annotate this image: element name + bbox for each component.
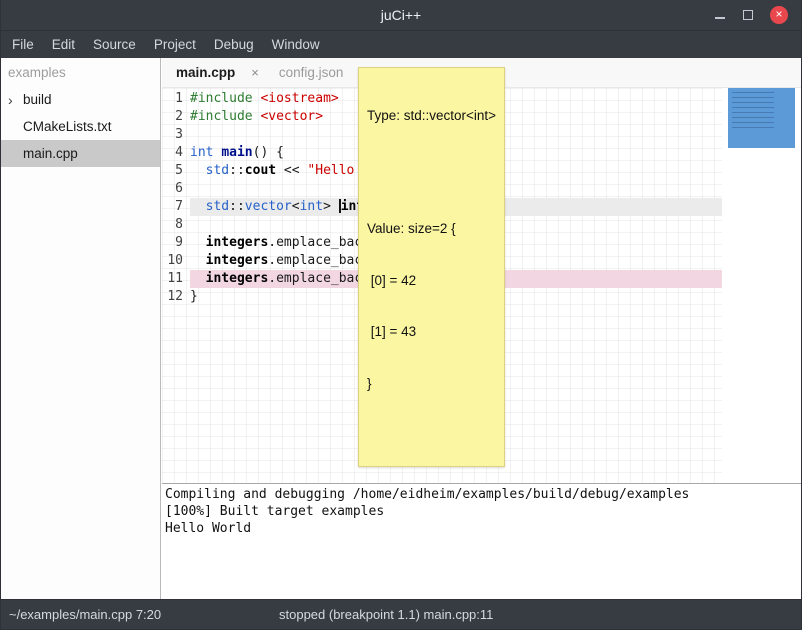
terminal-line: Hello World	[165, 520, 798, 537]
code-token-pl	[190, 271, 206, 286]
code-token-pl	[190, 235, 206, 250]
line-number[interactable]: 9	[162, 234, 190, 252]
tab-close-icon[interactable]: ×	[251, 65, 259, 80]
line-number[interactable]: 7	[162, 198, 190, 216]
line-number[interactable]: 4	[162, 144, 190, 162]
menu-window[interactable]: Window	[263, 31, 329, 58]
code-token-pl: <<	[276, 163, 307, 178]
line-number[interactable]: 8	[162, 216, 190, 234]
menu-source[interactable]: Source	[84, 31, 145, 58]
code-token-pre: #include	[190, 91, 260, 106]
line-number[interactable]: 2	[162, 108, 190, 126]
project-folder-name: examples	[1, 58, 160, 86]
output-terminal[interactable]: Compiling and debugging /home/eidheim/ex…	[162, 483, 801, 600]
status-debug-state: stopped (breakpoint 1.1) main.cpp:11	[279, 607, 493, 622]
tab-main-cpp[interactable]: main.cpp ×	[166, 58, 269, 88]
line-number[interactable]: 6	[162, 180, 190, 198]
minimize-icon[interactable]	[714, 8, 726, 22]
tooltip-type-line: Type: std::vector<int>	[367, 107, 496, 124]
titlebar[interactable]: juCi++ ×	[1, 0, 801, 30]
source-map[interactable]	[722, 88, 802, 483]
code-token-fn: main	[221, 145, 252, 160]
file-explorer: examples › build CMakeLists.txt main.cpp	[1, 58, 161, 600]
tree-item-label: build	[23, 92, 52, 107]
tooltip-value-block: Value: size=2 { [0] = 42 [1] = 43 }	[367, 186, 496, 426]
restore-icon[interactable]	[743, 10, 753, 20]
code-token-pl: ::	[229, 163, 245, 178]
line-number[interactable]: 12	[162, 288, 190, 306]
code-token-pl: >	[323, 199, 339, 214]
code-token-pl: <	[292, 199, 300, 214]
code-token-kw: int	[190, 145, 213, 160]
tree-item-build[interactable]: › build	[1, 86, 160, 113]
status-file-position: ~/examples/main.cpp 7:20	[9, 607, 161, 622]
tooltip-value-line: Value: size=2 {	[367, 220, 496, 238]
line-number[interactable]: 1	[162, 90, 190, 108]
code-token-ty: vector	[245, 199, 292, 214]
code-token-var: integers	[206, 235, 269, 250]
line-number[interactable]: 5	[162, 162, 190, 180]
code-token-var: cout	[245, 163, 276, 178]
code-token-pl: }	[190, 289, 198, 304]
code-token-pre: #include	[190, 109, 260, 124]
code-token-pl	[190, 253, 206, 268]
tree-item-label: CMakeLists.txt	[23, 119, 112, 134]
code-token-var: integers	[206, 271, 269, 286]
source-map-viewport[interactable]	[728, 88, 795, 148]
code-token-inc: <vector>	[260, 109, 323, 124]
line-number[interactable]: 3	[162, 126, 190, 144]
terminal-line: [100%] Built target examples	[165, 503, 798, 520]
code-token-ns: std	[206, 199, 229, 214]
tooltip-value-line: }	[367, 375, 496, 393]
tooltip-value-line: [0] = 42	[367, 272, 496, 290]
code-token-var: integers	[206, 253, 269, 268]
menu-debug[interactable]: Debug	[205, 31, 263, 58]
statusbar: ~/examples/main.cpp 7:20 stopped (breakp…	[1, 599, 801, 629]
window-controls: ×	[714, 6, 801, 24]
line-number[interactable]: 10	[162, 252, 190, 270]
tree-item-maincpp[interactable]: main.cpp	[1, 140, 160, 167]
menubar: File Edit Source Project Debug Window	[1, 30, 801, 58]
tooltip-value-line: [1] = 43	[367, 323, 496, 341]
tree-item-label: main.cpp	[23, 146, 78, 161]
code-token-pl	[190, 199, 206, 214]
menu-project[interactable]: Project	[145, 31, 205, 58]
debug-value-tooltip: Type: std::vector<int> Value: size=2 { […	[358, 67, 505, 467]
tab-label: config.json	[279, 65, 344, 80]
tree-item-cmakelists[interactable]: CMakeLists.txt	[1, 113, 160, 140]
terminal-line: Compiling and debugging /home/eidheim/ex…	[165, 486, 798, 503]
code-token-kw: int	[300, 199, 323, 214]
menu-file[interactable]: File	[3, 31, 43, 58]
code-token-pl: ::	[229, 199, 245, 214]
code-token-inc: <iostream>	[260, 91, 338, 106]
code-token-pl: () {	[253, 145, 284, 160]
menu-edit[interactable]: Edit	[43, 31, 84, 58]
jucipp-window: juCi++ × File Edit Source Project Debug …	[0, 0, 802, 630]
line-number[interactable]: 11	[162, 270, 190, 288]
tab-label: main.cpp	[176, 65, 235, 80]
close-icon[interactable]: ×	[770, 6, 788, 24]
code-token-ns: std	[206, 163, 229, 178]
code-token-pl	[190, 163, 206, 178]
window-title: juCi++	[1, 7, 801, 23]
chevron-right-icon[interactable]: ›	[8, 92, 23, 108]
